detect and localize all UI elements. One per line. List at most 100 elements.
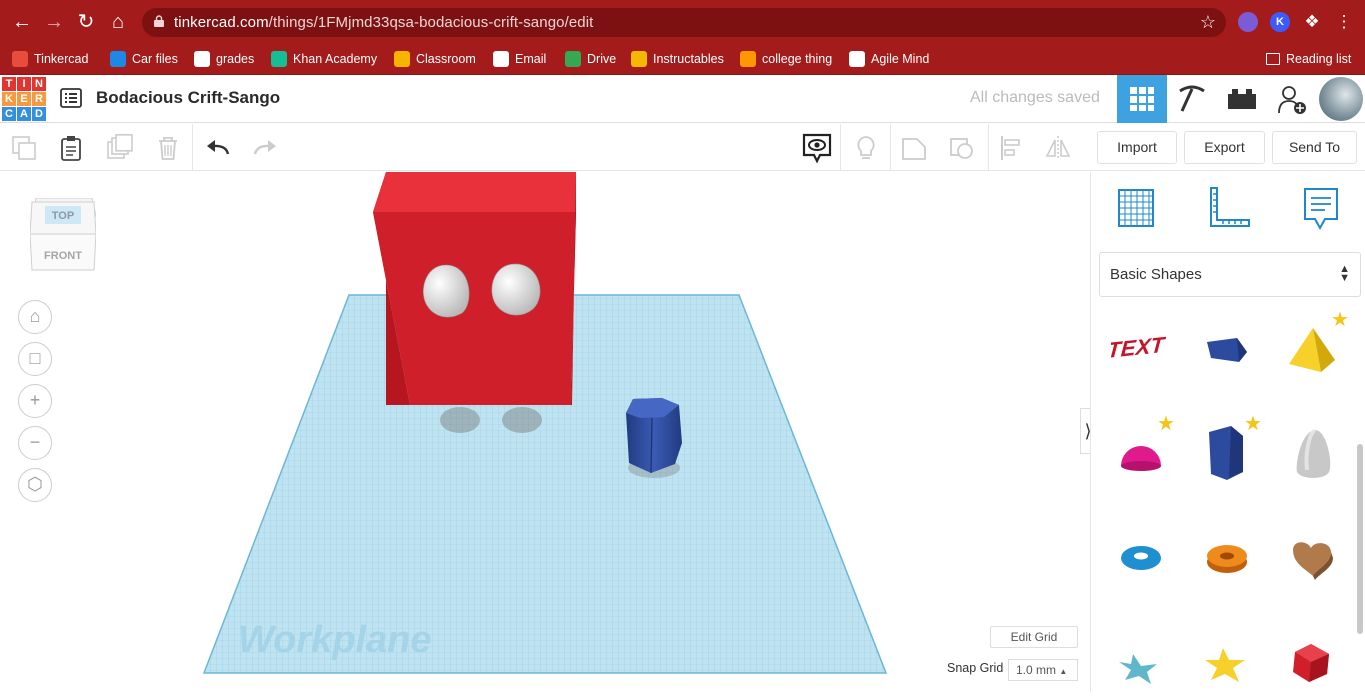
lightbulb-icon[interactable] [852, 134, 880, 162]
toolbar-divider [890, 124, 891, 171]
shape-text[interactable]: TEXT [1106, 318, 1171, 378]
avatar[interactable] [1317, 75, 1365, 123]
paste-icon[interactable] [57, 134, 85, 162]
notes-visibility-icon[interactable] [802, 132, 832, 164]
workplane-tool-icon[interactable] [1115, 186, 1157, 230]
toolbar-divider [840, 124, 841, 171]
undo-icon[interactable] [204, 134, 232, 162]
tinkercad-logo[interactable]: TIN KER CAD [2, 77, 46, 121]
zoom-in-button[interactable]: + [18, 384, 52, 418]
duplicate-icon[interactable] [106, 134, 134, 162]
bricks-tab[interactable] [1217, 75, 1267, 123]
reading-list-label: Reading list [1286, 52, 1352, 66]
svg-text:TEXT: TEXT [1111, 332, 1168, 363]
reload-icon[interactable]: ↻ [74, 10, 98, 34]
favorite-star-icon: ★ [1331, 309, 1349, 331]
white-paraboloid-right[interactable] [491, 263, 541, 316]
kebab-menu-icon[interactable]: ⋮ [1332, 10, 1356, 34]
view-cube[interactable]: TOP FRONT [30, 198, 96, 274]
minecraft-tab[interactable] [1167, 75, 1217, 123]
view-cube-front: FRONT [44, 250, 82, 262]
export-button[interactable]: Export [1184, 131, 1265, 164]
bookmark-label: Classroom [416, 52, 476, 66]
toolbar-divider [192, 124, 193, 171]
bookmark-label: grades [216, 52, 255, 66]
shape-torus[interactable] [1111, 528, 1171, 588]
bookmark-star-icon[interactable]: ☆ [1200, 12, 1216, 33]
bookmark-tinkercad[interactable]: Tinkercad [12, 49, 88, 69]
perspective-icon: ⬡ [27, 474, 43, 494]
ruler-tool-icon[interactable] [1207, 186, 1253, 230]
avatar-image [1319, 77, 1363, 121]
shape-library-value: Basic Shapes [1110, 266, 1202, 283]
url-text: tinkercad.com/things/1FMjmd33qsa-bodacio… [174, 14, 594, 31]
bookmark-car-files[interactable]: Car files [110, 49, 178, 69]
bookmarks-bar: Tinkercad Car files grades Khan Academy Clas… [0, 44, 1365, 75]
extension-icon[interactable] [1238, 12, 1258, 32]
3d-design-tab[interactable] [1117, 75, 1167, 123]
shape-star[interactable] [1111, 632, 1171, 692]
bookmark-instructables[interactable]: Instructables [631, 49, 724, 69]
bookmark-favicon-icon [493, 51, 509, 67]
shape-box[interactable] [1197, 318, 1257, 378]
shape-library-select[interactable]: Basic Shapes ▲ ▼ [1099, 252, 1361, 297]
back-icon[interactable]: ← [10, 10, 34, 34]
logo-letter: D [32, 107, 46, 121]
home-icon[interactable]: ⌂ [106, 10, 130, 34]
perspective-button[interactable]: ⬡ [18, 468, 52, 502]
redo-icon[interactable] [251, 134, 279, 162]
bookmark-label: Tinkercad [34, 52, 89, 66]
shape-tube[interactable] [1197, 528, 1257, 588]
forward-icon[interactable]: → [42, 10, 66, 34]
shape-star-yellow[interactable] [1197, 632, 1257, 692]
bookmark-label: college thing [762, 52, 833, 66]
reading-list-icon [1266, 53, 1280, 65]
bookmark-favicon-icon [849, 51, 865, 67]
bookmark-email[interactable]: Email [493, 49, 546, 69]
copy-icon[interactable] [10, 134, 38, 162]
bookmark-drive[interactable]: Drive [565, 49, 616, 69]
solid-shape-icon[interactable] [900, 134, 928, 162]
bookmark-favicon-icon [12, 51, 28, 67]
white-paraboloid-left[interactable] [423, 264, 470, 318]
bookmark-agile-mind[interactable]: Agile Mind [849, 49, 929, 69]
k-extension-icon[interactable]: K [1270, 12, 1290, 32]
hole-shape-icon[interactable] [948, 134, 976, 162]
logo-letter: N [32, 77, 46, 91]
home-view-button[interactable]: ⌂ [18, 300, 52, 334]
align-icon[interactable] [998, 134, 1026, 162]
invite-user-button[interactable] [1267, 75, 1317, 123]
navy-hexagonal-prism[interactable] [626, 398, 682, 474]
bookmark-favicon-icon [631, 51, 647, 67]
bookmark-label: Agile Mind [871, 52, 930, 66]
delete-icon[interactable] [154, 134, 182, 162]
import-button[interactable]: Import [1097, 131, 1177, 164]
design-title[interactable]: Bodacious Crift-Sango [96, 88, 280, 108]
address-bar[interactable]: tinkercad.com/things/1FMjmd33qsa-bodacio… [142, 8, 1226, 37]
design-list-icon[interactable] [60, 87, 82, 109]
logo-letter: T [2, 77, 16, 91]
reading-list-button[interactable]: Reading list [1266, 49, 1351, 69]
shape-polyhedron[interactable] [1281, 632, 1341, 692]
notes-tool-icon[interactable] [1301, 186, 1341, 232]
logo-letter: A [17, 107, 31, 121]
bookmark-college-thing[interactable]: college thing [740, 49, 832, 69]
fit-view-button[interactable]: □ [18, 342, 52, 376]
bookmark-classroom[interactable]: Classroom [394, 49, 476, 69]
zoom-out-button[interactable]: − [18, 426, 52, 460]
snap-grid-select[interactable]: 1.0 mm ▲ [1008, 659, 1078, 681]
red-box[interactable] [373, 172, 576, 405]
grid-icon [1130, 87, 1154, 111]
shape-paraboloid[interactable] [1281, 424, 1341, 484]
bookmark-label: Khan Academy [293, 52, 378, 66]
shape-heart[interactable] [1281, 528, 1341, 588]
panel-scrollbar[interactable] [1357, 444, 1363, 634]
mirror-icon[interactable] [1044, 134, 1072, 162]
design-canvas[interactable]: Workplane TOP FRONT ⌂ □ + − ⬡ [0, 172, 1090, 692]
puzzle-icon[interactable]: ❖ [1300, 10, 1324, 34]
bookmark-favicon-icon [271, 51, 287, 67]
edit-grid-button[interactable]: Edit Grid [990, 626, 1078, 648]
bookmark-grades[interactable]: grades [194, 49, 254, 69]
bookmark-khan-academy[interactable]: Khan Academy [271, 49, 377, 69]
send-to-button[interactable]: Send To [1272, 131, 1357, 164]
